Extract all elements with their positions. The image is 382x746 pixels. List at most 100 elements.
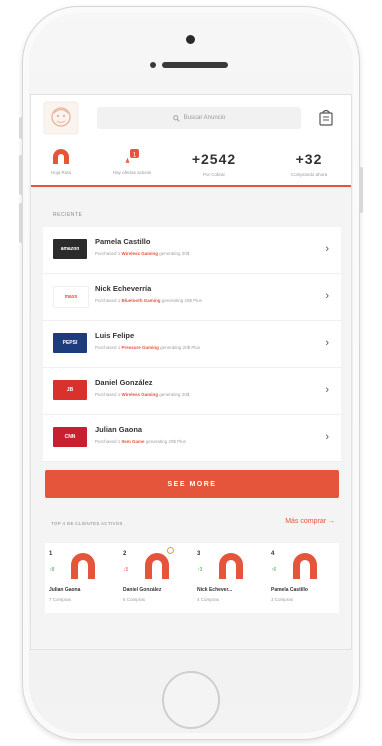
- list-item[interactable]: amazon Pamela Castillo Purchased 1 Wirel…: [43, 227, 341, 274]
- recent-list: amazon Pamela Castillo Purchased 1 Wirel…: [43, 227, 341, 462]
- customer-name: Pamela Castillo: [95, 237, 151, 246]
- customer-name: Julian Gaona: [49, 587, 81, 593]
- list-item[interactable]: PEPSI Luis Felipe Purchased 1 Pressure G…: [43, 321, 341, 368]
- customer-avatar-icon: [293, 553, 317, 579]
- list-item[interactable]: maxx Nick Echeverría Purchased 1 Bluetoo…: [43, 274, 341, 321]
- company-logo: JB: [53, 380, 87, 400]
- company-logo: maxx: [53, 286, 89, 308]
- customer-card[interactable]: 2 ↓5 Daniel González 6 Compras: [119, 543, 193, 613]
- customer-name: Luis Felipe: [95, 331, 135, 340]
- purchase-suffix: generating 20$: [159, 392, 190, 397]
- chevron-right-icon[interactable]: ›: [325, 337, 329, 349]
- company-logo: CNN: [53, 427, 87, 447]
- top-bar: Buscar Anuncio: [31, 95, 351, 141]
- purchase-item: Wireless Gaming: [121, 392, 159, 397]
- customer-name: Julian Gaona: [95, 425, 143, 434]
- purchase-detail: Purchased 1 Item Game generating 20$ Plu…: [95, 439, 186, 444]
- purchase-suffix: generating 20$ Plus: [160, 345, 201, 350]
- company-logo: amazon: [53, 239, 87, 259]
- top-customers-header: TOP 4 DE CLIENTES ACTIVOS Más comprar →: [45, 513, 339, 537]
- offers-badge-icon: 1: [125, 149, 139, 164]
- rank-trend: ↑8: [49, 567, 55, 573]
- mute-switch: [19, 117, 23, 139]
- purchase-count: 4 Compras: [197, 597, 220, 602]
- more-customers-link[interactable]: Más comprar →: [285, 518, 335, 525]
- customer-name: Pamela Castillo: [271, 587, 308, 593]
- stats-bar: Hoja Ruta 1 Hay ofertas activas +2542 Po…: [31, 141, 351, 187]
- see-more-button[interactable]: SEE MORE: [45, 470, 339, 498]
- customer-avatar-icon: [145, 553, 169, 579]
- purchase-prefix: Purchased 1: [95, 439, 121, 444]
- customer-rank: 3: [197, 551, 201, 557]
- app-screen: Buscar Anuncio Hoja Ruta 1 Hay ofertas a…: [30, 94, 352, 650]
- rank-trend: ↓5: [123, 567, 129, 573]
- customer-avatar-icon: [71, 553, 95, 579]
- top-customers-list: 1 ↑8 Julian Gaona 7 Compras 2 ↓5 Daniel …: [45, 543, 339, 613]
- chevron-right-icon[interactable]: ›: [325, 290, 329, 302]
- power-button: [359, 167, 363, 213]
- rank-trend: ↑3: [197, 567, 203, 573]
- stat-value: +32: [295, 151, 323, 167]
- customer-name: Daniel González: [123, 587, 162, 593]
- customer-rank: 4: [271, 551, 275, 557]
- stat-label: Hay ofertas activas: [112, 170, 152, 175]
- purchase-prefix: Purchased 1: [95, 345, 121, 350]
- rank-trend: ↑6: [271, 567, 277, 573]
- purchase-item: Wireless Gaming: [121, 251, 159, 256]
- purchase-item: Pressure Gaming: [121, 345, 159, 350]
- search-placeholder: Buscar Anuncio: [183, 115, 226, 121]
- purchase-detail: Purchased 1 Wireless Gaming generating 2…: [95, 251, 189, 256]
- customer-rank: 1: [49, 551, 53, 557]
- user-avatar-icon: [53, 149, 69, 164]
- customer-rank: 2: [123, 551, 127, 557]
- customer-name: Nick Echeverría: [95, 284, 152, 293]
- customer-card[interactable]: 4 ↑6 Pamela Castillo 3 Compras: [267, 543, 341, 613]
- front-camera: [186, 35, 195, 44]
- purchase-detail: Purchased 1 Bluetooth Gaming generating …: [95, 298, 202, 303]
- sensor-dot: [150, 62, 156, 68]
- purchase-suffix: generating 20$ Plus: [145, 439, 186, 444]
- stat-label: Por Cobrar: [202, 172, 225, 177]
- purchase-item: Item Game: [121, 439, 145, 444]
- app-logo-icon[interactable]: [43, 101, 79, 135]
- list-item[interactable]: JB Daniel González Purchased 1 Wireless …: [43, 368, 341, 415]
- chevron-right-icon[interactable]: ›: [325, 384, 329, 396]
- purchase-prefix: Purchased 1: [95, 392, 121, 397]
- purchase-suffix: generating 20$: [159, 251, 190, 256]
- purchase-prefix: Purchased 1: [95, 298, 121, 303]
- chevron-right-icon[interactable]: ›: [325, 431, 329, 443]
- stat-receivable[interactable]: +2542 Por Cobrar: [177, 141, 251, 185]
- purchase-suffix: generating 20$ Plus: [161, 298, 202, 303]
- stat-offers[interactable]: 1 Hay ofertas activas: [97, 141, 167, 185]
- list-item[interactable]: CNN Julian Gaona Purchased 1 Item Game g…: [43, 415, 341, 462]
- purchase-count: 6 Compras: [123, 597, 146, 602]
- medal-icon: [167, 547, 174, 554]
- customer-name: Daniel González: [95, 378, 153, 387]
- stat-buying-now[interactable]: +32 Comprando ahora: [269, 141, 349, 185]
- stat-value: +2542: [191, 151, 237, 167]
- stat-label: Hoja Ruta: [50, 170, 71, 175]
- stat-route[interactable]: Hoja Ruta: [39, 141, 83, 185]
- purchase-detail: Purchased 1 Pressure Gaming generating 2…: [95, 345, 200, 350]
- purchase-count: 7 Compras: [49, 597, 72, 602]
- purchase-item: Bluetooth Gaming: [121, 298, 161, 303]
- recent-section-label: RECIENTE: [53, 212, 83, 218]
- top-customers-label: TOP 4 DE CLIENTES ACTIVOS: [51, 521, 123, 526]
- stat-label: Comprando ahora: [290, 172, 328, 177]
- purchase-prefix: Purchased 1: [95, 251, 121, 256]
- search-input[interactable]: Buscar Anuncio: [97, 107, 301, 129]
- volume-down-button: [19, 203, 23, 243]
- shopping-bag-icon[interactable]: [319, 109, 333, 126]
- purchase-detail: Purchased 1 Wireless Gaming generating 2…: [95, 392, 189, 397]
- chevron-right-icon[interactable]: ›: [325, 243, 329, 255]
- earpiece-speaker: [162, 62, 228, 68]
- customer-avatar-icon: [219, 553, 243, 579]
- customer-card[interactable]: 1 ↑8 Julian Gaona 7 Compras: [45, 543, 119, 613]
- company-logo: PEPSI: [53, 333, 87, 353]
- customer-name: Nick Echever...: [197, 587, 233, 593]
- home-button[interactable]: [162, 671, 220, 729]
- customer-card[interactable]: 3 ↑3 Nick Echever... 4 Compras: [193, 543, 267, 613]
- volume-up-button: [19, 155, 23, 195]
- search-icon: [172, 114, 180, 122]
- purchase-count: 3 Compras: [271, 597, 294, 602]
